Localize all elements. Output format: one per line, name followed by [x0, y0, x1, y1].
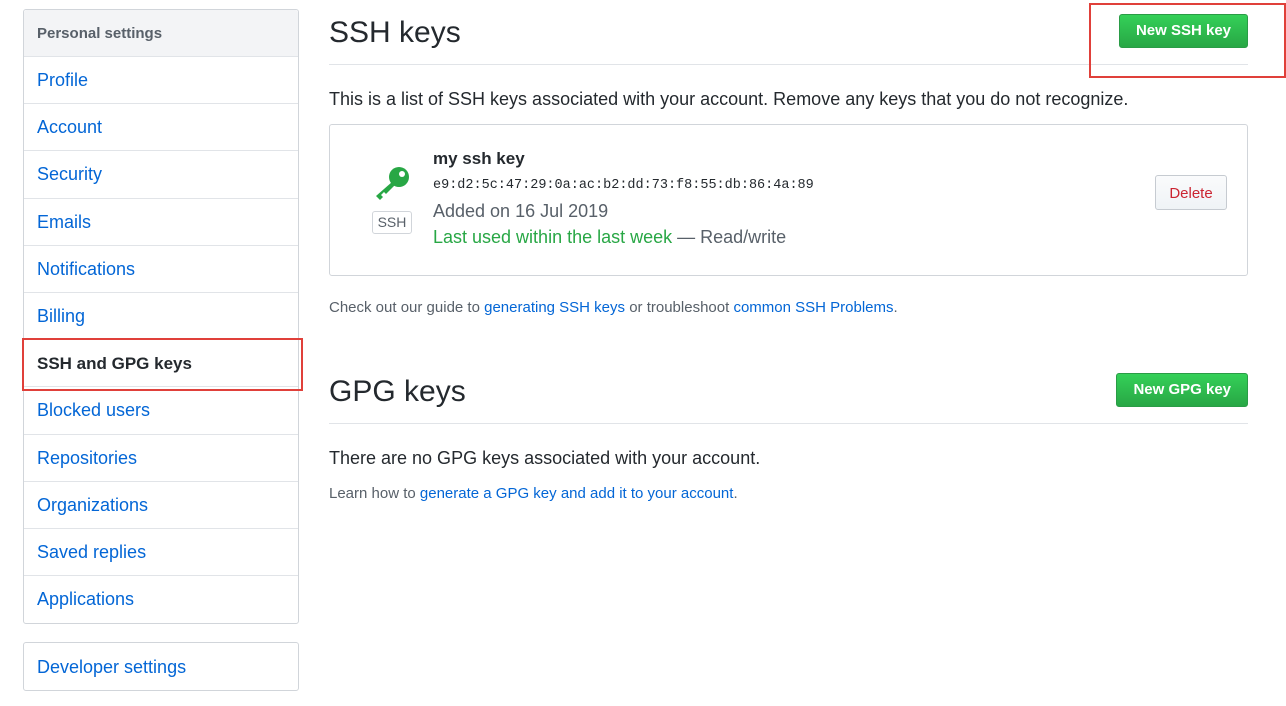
- developer-settings-box: Developer settings: [23, 642, 299, 691]
- delete-ssh-key-button[interactable]: Delete: [1155, 175, 1227, 210]
- ssh-key-last-used: Last used within the last week — Read/wr…: [433, 227, 786, 248]
- sidebar-item-emails[interactable]: Emails: [24, 199, 298, 246]
- generate-gpg-key-link[interactable]: generate a GPG key and add it to your ac…: [420, 485, 734, 502]
- sidebar-item-notifications[interactable]: Notifications: [24, 246, 298, 293]
- settings-sidebar: Personal settings Profile Account Securi…: [23, 9, 299, 625]
- sidebar-item-saved-replies[interactable]: Saved replies: [24, 529, 298, 577]
- sidebar-item-organizations[interactable]: Organizations: [24, 482, 298, 529]
- highlight-box-new-ssh-key: [1089, 3, 1286, 78]
- access-level: — Read/write: [672, 227, 787, 247]
- gpg-empty-text: There are no GPG keys associated with yo…: [329, 448, 761, 468]
- sidebar-item-blocked-users[interactable]: Blocked users: [24, 387, 298, 435]
- gpg-section-header: GPG keys New GPG key: [329, 359, 1248, 424]
- ssh-keys-title: SSH keys: [329, 16, 461, 49]
- last-used-text: Last used within the last week: [433, 227, 673, 247]
- ssh-key-name: my ssh key: [433, 149, 525, 168]
- gpg-learn-text: Learn how to generate a GPG key and add …: [329, 485, 738, 502]
- sidebar-item-security[interactable]: Security: [24, 151, 298, 199]
- sidebar-item-account[interactable]: Account: [24, 104, 298, 152]
- learn-suffix: .: [733, 485, 738, 502]
- new-gpg-key-button[interactable]: New GPG key: [1116, 373, 1248, 407]
- generating-ssh-keys-link[interactable]: generating SSH keys: [484, 299, 625, 316]
- guide-prefix: Check out our guide to: [329, 299, 485, 316]
- common-ssh-problems-link[interactable]: common SSH Problems: [733, 299, 893, 316]
- sidebar-item-billing[interactable]: Billing: [24, 293, 298, 341]
- ssh-key-fingerprint: e9:d2:5c:47:29:0a:ac:b2:dd:73:f8:55:db:8…: [433, 178, 814, 193]
- sidebar-item-applications[interactable]: Applications: [24, 576, 298, 623]
- highlight-box-sidebar: [22, 338, 303, 391]
- ssh-guide-text: Check out our guide to generating SSH ke…: [329, 299, 898, 316]
- sidebar-header: Personal settings: [24, 10, 298, 57]
- ssh-badge: SSH: [372, 211, 412, 234]
- learn-prefix: Learn how to: [329, 485, 420, 502]
- sidebar-item-profile[interactable]: Profile: [24, 57, 298, 105]
- sidebar-item-repositories[interactable]: Repositories: [24, 435, 298, 482]
- ssh-key-item: SSH my ssh key e9:d2:5c:47:29:0a:ac:b2:d…: [329, 124, 1248, 276]
- ssh-key-added-date: Added on 16 Jul 2019: [433, 201, 609, 221]
- gpg-keys-title: GPG keys: [329, 375, 466, 408]
- key-icon: [372, 165, 412, 206]
- guide-middle: or troubleshoot: [625, 299, 734, 316]
- ssh-description: This is a list of SSH keys associated wi…: [329, 89, 1129, 109]
- sidebar-item-developer-settings[interactable]: Developer settings: [24, 643, 298, 692]
- guide-suffix: .: [893, 299, 898, 316]
